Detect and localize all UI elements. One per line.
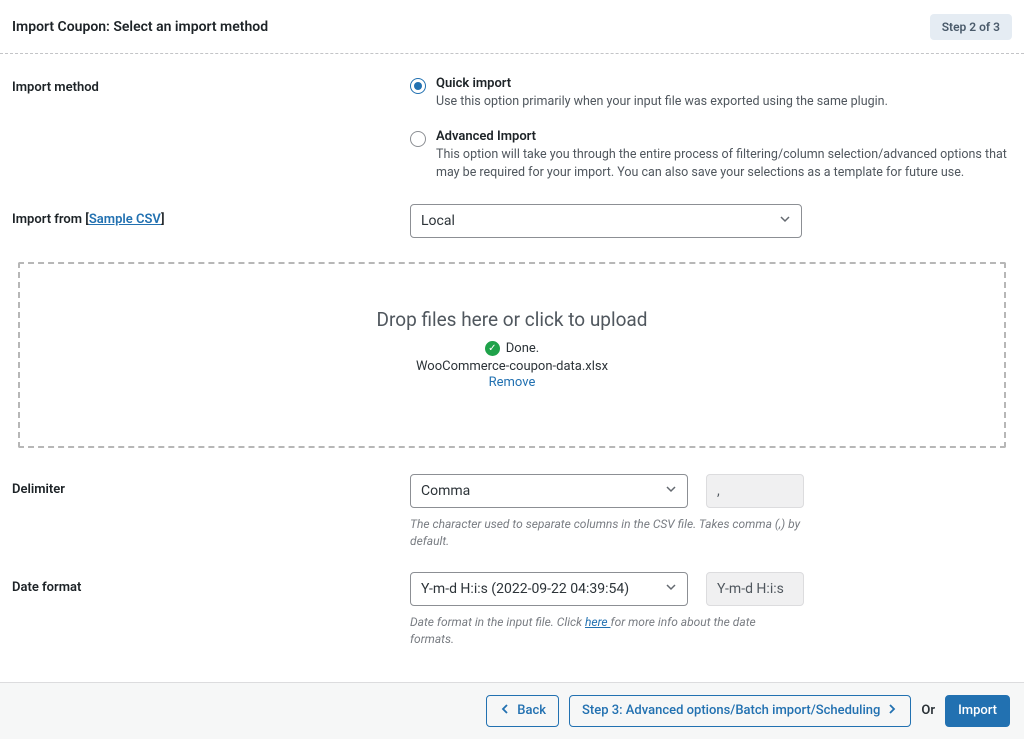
step3-button[interactable]: Step 3: Advanced options/Batch import/Sc… xyxy=(569,695,911,727)
radio-advanced-desc: This option will take you through the en… xyxy=(436,146,1012,182)
delimiter-helper: The character used to separate columns i… xyxy=(410,516,802,550)
select-import-from[interactable]: Local xyxy=(410,204,802,238)
date-format-raw-input[interactable]: Y-m-d H:i:s xyxy=(706,572,804,606)
page-header: Import Coupon: Select an import method S… xyxy=(0,0,1024,54)
chevron-down-icon xyxy=(779,213,791,229)
step-badge: Step 2 of 3 xyxy=(930,14,1012,40)
file-dropzone[interactable]: Drop files here or click to upload ✓ Don… xyxy=(18,262,1006,448)
back-button[interactable]: Back xyxy=(486,695,559,727)
chevron-right-icon xyxy=(886,703,898,719)
dropzone-title: Drop files here or click to upload xyxy=(40,308,984,331)
chevron-left-icon xyxy=(499,703,511,719)
date-format-help-link[interactable]: here xyxy=(585,615,611,629)
row-import-from: Import from [Sample CSV] Local xyxy=(12,182,1012,238)
chevron-down-icon xyxy=(665,581,677,597)
radio-quick-desc: Use this option primarily when your inpu… xyxy=(436,93,888,111)
radio-option-advanced[interactable]: Advanced Import This option will take yo… xyxy=(410,129,1012,182)
date-format-helper: Date format in the input file. Click her… xyxy=(410,614,802,648)
sample-csv-link[interactable]: Sample CSV xyxy=(89,212,161,227)
label-delimiter: Delimiter xyxy=(12,474,410,497)
select-delimiter[interactable]: Comma xyxy=(410,474,688,508)
or-separator: Or xyxy=(921,703,935,718)
uploaded-filename: WooCommerce-coupon-data.xlsx xyxy=(40,359,984,374)
radio-quick-import[interactable] xyxy=(410,78,426,94)
chevron-down-icon xyxy=(665,483,677,499)
radio-option-quick[interactable]: Quick import Use this option primarily w… xyxy=(410,76,1012,111)
label-date-format: Date format xyxy=(12,572,410,595)
label-import-from: Import from [Sample CSV] xyxy=(12,204,410,227)
radio-advanced-title: Advanced Import xyxy=(436,129,1012,144)
upload-status: ✓ Done. xyxy=(40,341,984,356)
remove-file-link[interactable]: Remove xyxy=(40,375,984,390)
row-import-method: Import method Quick import Use this opti… xyxy=(12,54,1012,182)
radio-advanced-import[interactable] xyxy=(410,131,426,147)
footer-bar: Back Step 3: Advanced options/Batch impo… xyxy=(0,682,1024,739)
page-title: Import Coupon: Select an import method xyxy=(12,19,268,35)
import-button[interactable]: Import xyxy=(945,695,1010,727)
radio-quick-title: Quick import xyxy=(436,76,888,91)
row-date-format: Date format Y-m-d H:i:s (2022-09-22 04:3… xyxy=(12,550,1012,648)
label-import-method: Import method xyxy=(12,76,410,95)
check-icon: ✓ xyxy=(485,341,500,356)
select-date-format[interactable]: Y-m-d H:i:s (2022-09-22 04:39:54) xyxy=(410,572,688,606)
row-delimiter: Delimiter Comma , The character used to … xyxy=(12,448,1012,550)
delimiter-char-input[interactable]: , xyxy=(706,474,804,508)
